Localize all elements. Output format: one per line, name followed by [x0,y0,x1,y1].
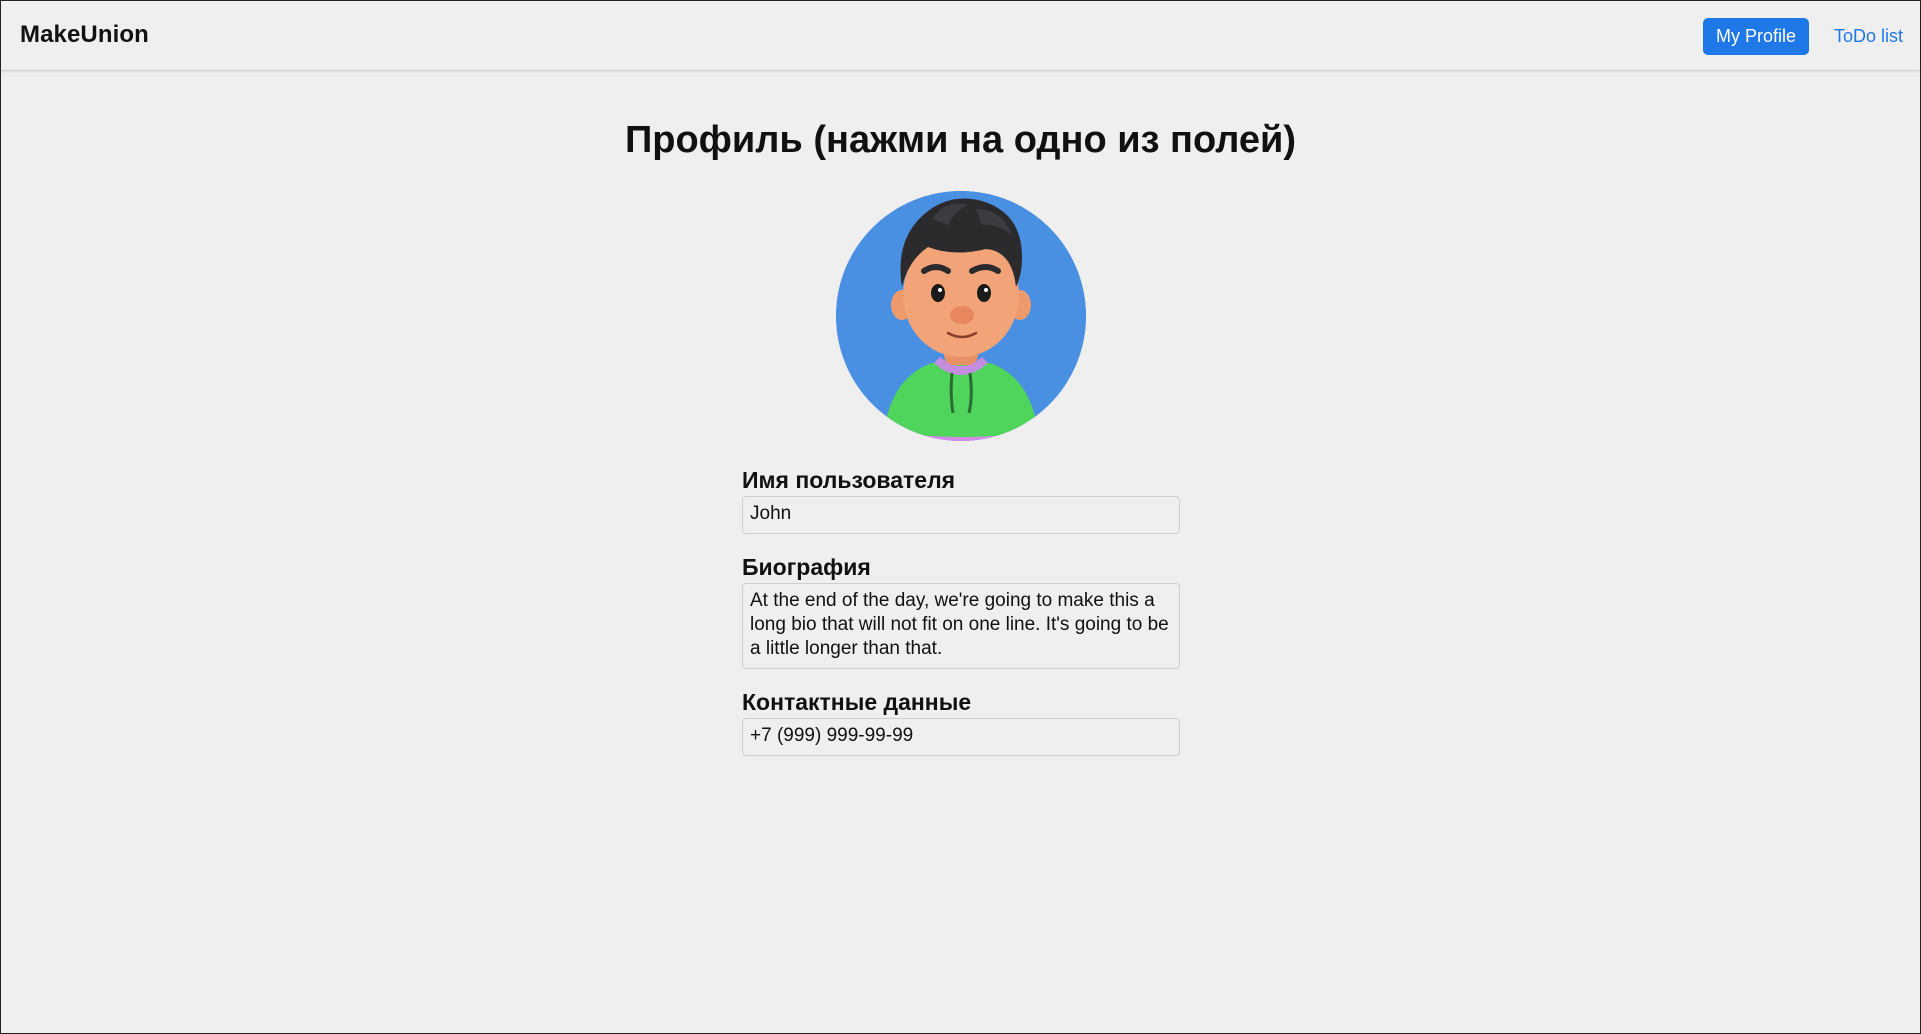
bio-label: Биография [742,554,871,580]
contact-field[interactable]: +7 (999) 999-99-99 [742,718,1180,756]
username-label: Имя пользователя [742,467,956,493]
page-title: Профиль (нажми на одно из полей) [624,119,1297,161]
brand-logo[interactable]: MakeUnion [20,21,149,49]
avatar [836,191,1086,441]
contact-label: Контактные данные [742,689,972,715]
my-profile-button[interactable]: My Profile [1703,18,1809,55]
username-field[interactable]: John [742,496,1180,534]
todo-list-link[interactable]: ToDo list [1834,26,1903,47]
bio-field[interactable]: At the end of the day, we're going to ma… [742,583,1180,669]
user-avatar-icon [836,191,1086,441]
top-navbar: MakeUnion My Profile ToDo list [1,1,1920,71]
